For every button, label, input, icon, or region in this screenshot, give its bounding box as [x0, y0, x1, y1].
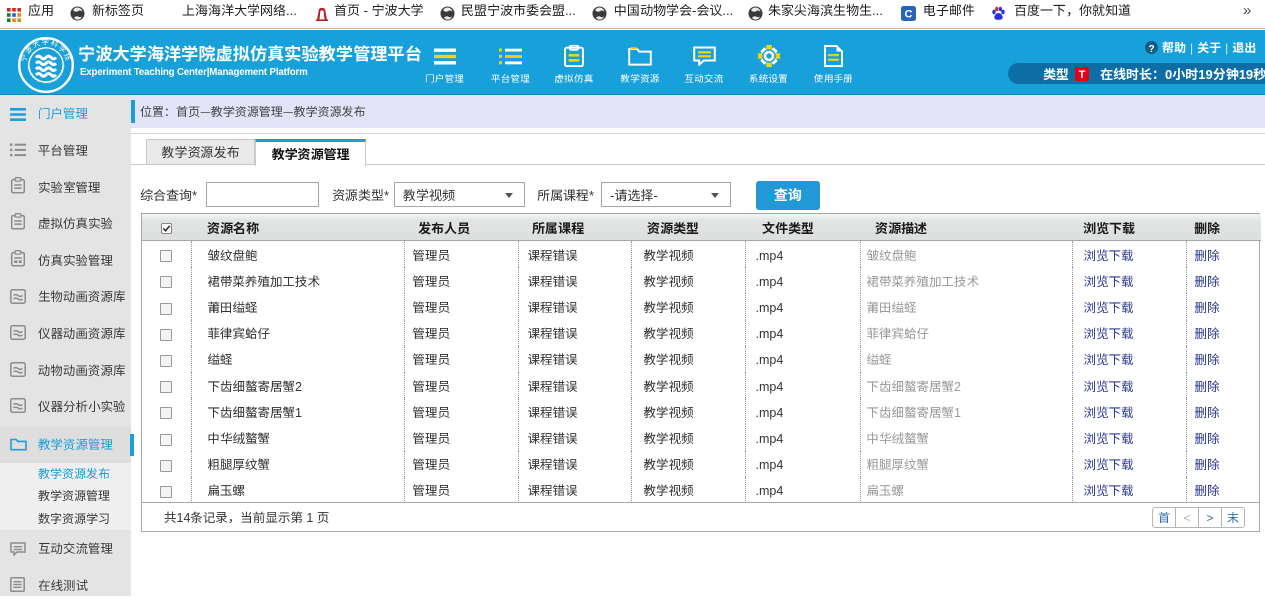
svg-text:C: C	[905, 8, 913, 20]
